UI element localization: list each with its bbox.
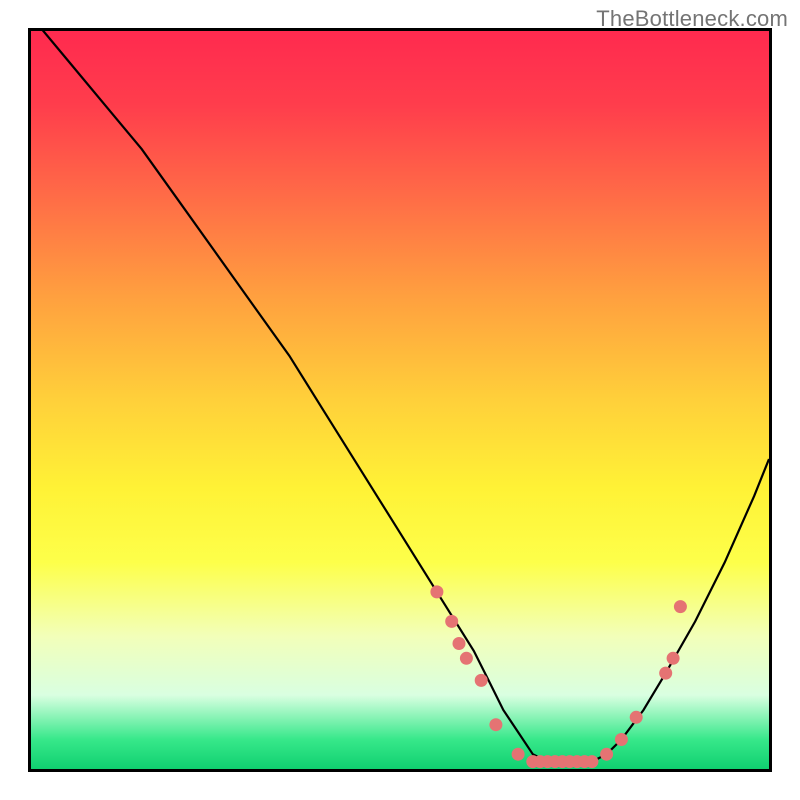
data-marker: [430, 585, 443, 598]
data-marker: [600, 748, 613, 761]
data-marker: [453, 637, 466, 650]
plot-border: [28, 28, 772, 772]
data-marker: [489, 718, 502, 731]
data-markers: [430, 585, 687, 768]
data-marker: [630, 711, 643, 724]
data-marker: [512, 748, 525, 761]
data-marker: [615, 733, 628, 746]
data-marker: [475, 674, 488, 687]
plot-overlay: [31, 31, 769, 769]
data-marker: [659, 667, 672, 680]
data-marker: [445, 615, 458, 628]
chart-frame: TheBottleneck.com: [0, 0, 800, 800]
data-marker: [585, 755, 598, 768]
watermark-text: TheBottleneck.com: [596, 6, 788, 32]
data-marker: [460, 652, 473, 665]
data-marker: [674, 600, 687, 613]
bottleneck-curve: [31, 31, 769, 762]
data-marker: [667, 652, 680, 665]
